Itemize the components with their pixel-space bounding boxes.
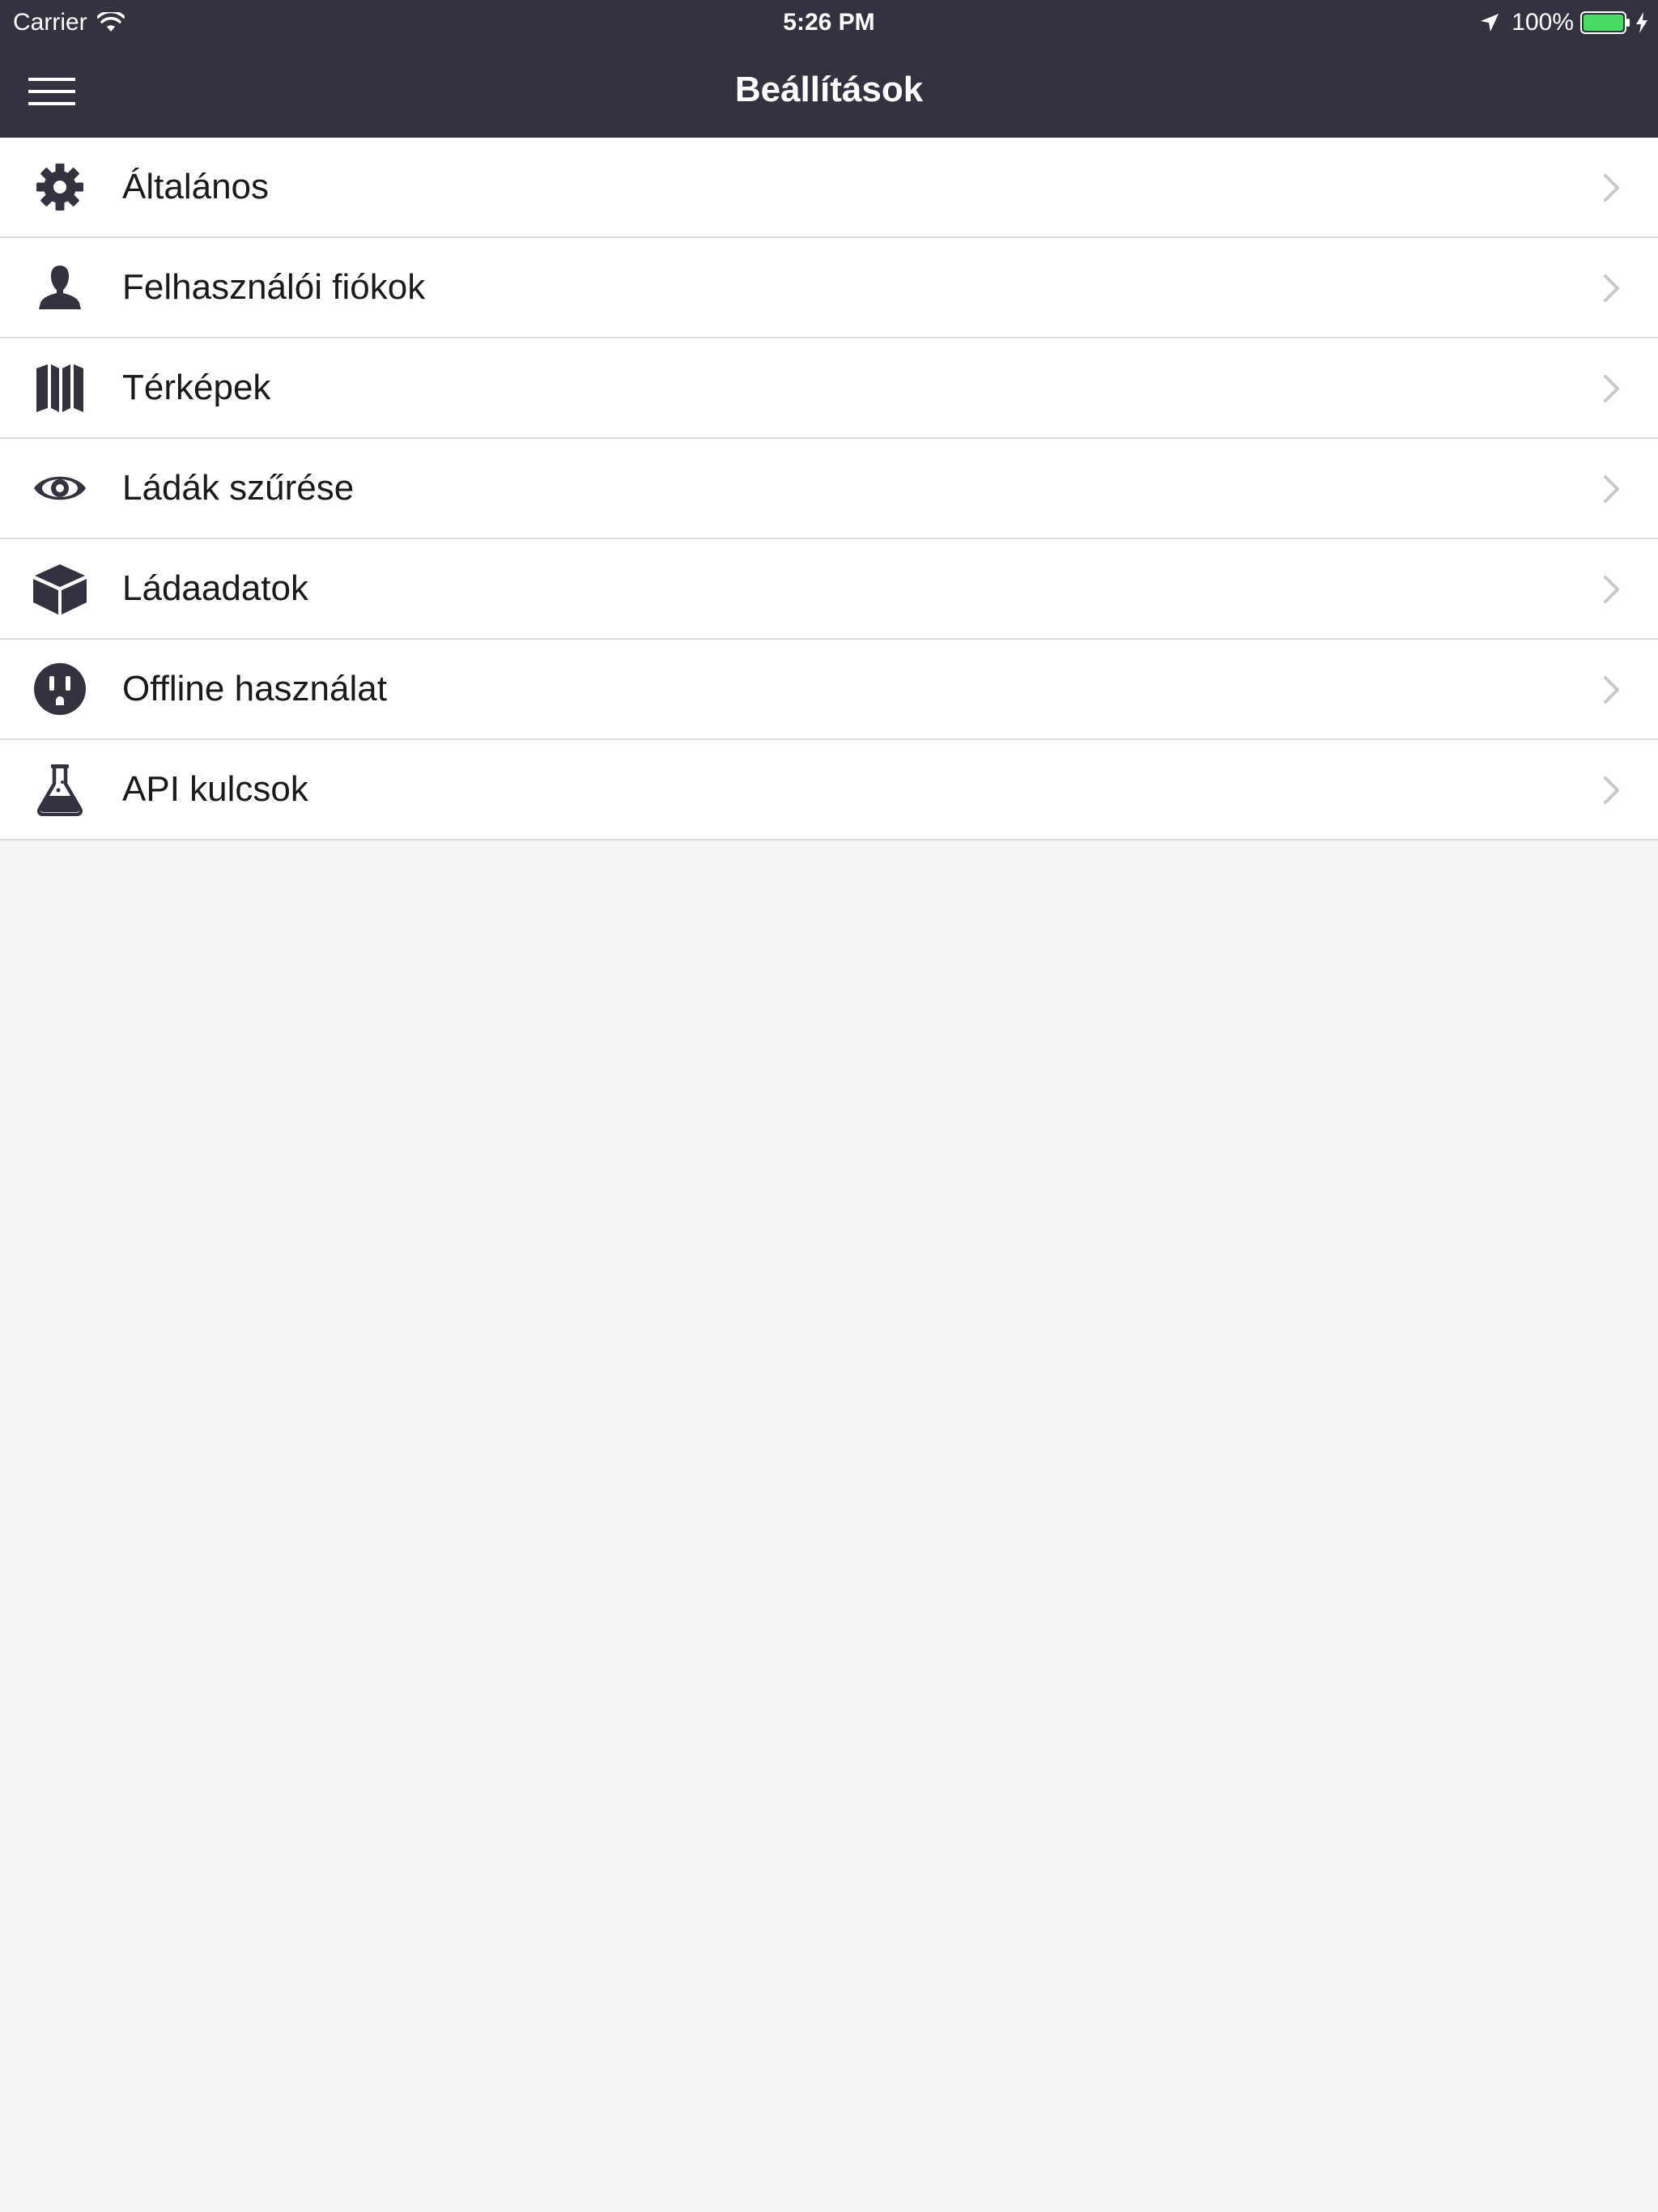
settings-item-label: Offline használat <box>122 669 387 708</box>
settings-item-label: Felhasználói fiókok <box>122 267 426 307</box>
settings-item-cache-data[interactable]: Ládaadatok <box>0 539 1658 640</box>
settings-item-label: Térképek <box>122 368 271 407</box>
navigation-bar: Beállítások <box>0 45 1658 138</box>
chevron-right-icon <box>1604 174 1619 202</box>
status-bar: Carrier 5:26 PM 100% <box>0 0 1658 45</box>
menu-icon <box>28 78 75 105</box>
location-icon <box>1481 14 1499 32</box>
battery-fill <box>1584 15 1623 31</box>
settings-item-offline[interactable]: Offline használat <box>0 640 1658 740</box>
chevron-right-icon <box>1604 475 1619 503</box>
user-icon <box>39 266 81 309</box>
page-title: Beállítások <box>734 70 924 109</box>
gear-icon <box>36 164 83 211</box>
chevron-right-icon <box>1604 576 1619 603</box>
chevron-right-icon <box>1604 375 1619 402</box>
outlet-icon <box>34 663 86 715</box>
battery-icon <box>1580 11 1630 34</box>
chevron-right-icon <box>1604 274 1619 302</box>
settings-item-filter[interactable]: Ládák szűrése <box>0 439 1658 539</box>
settings-item-label: Ládaadatok <box>122 568 308 608</box>
settings-list: Általános Felhasználói fiókok Térképek L… <box>0 138 1658 840</box>
status-time: 5:26 PM <box>783 9 875 36</box>
chevron-right-icon <box>1604 676 1619 704</box>
map-icon <box>36 364 83 412</box>
settings-item-maps[interactable]: Térképek <box>0 338 1658 439</box>
settings-item-label: Általános <box>122 167 270 206</box>
menu-button[interactable] <box>16 63 87 120</box>
bolt-icon <box>1636 12 1647 33</box>
settings-item-general[interactable]: Általános <box>0 138 1658 238</box>
flask-icon <box>37 764 83 816</box>
eye-icon <box>34 476 86 500</box>
battery-percent: 100% <box>1511 9 1574 36</box>
settings-item-api-keys[interactable]: API kulcsok <box>0 740 1658 840</box>
status-right: 100% <box>1479 7 1648 38</box>
settings-item-user-accounts[interactable]: Felhasználói fiókok <box>0 238 1658 338</box>
settings-item-label: API kulcsok <box>122 769 308 809</box>
chevron-right-icon <box>1604 776 1619 804</box>
settings-item-label: Ládák szűrése <box>122 468 355 508</box>
cube-icon <box>33 564 87 615</box>
header: Carrier 5:26 PM 100% Beállítások <box>0 0 1658 138</box>
